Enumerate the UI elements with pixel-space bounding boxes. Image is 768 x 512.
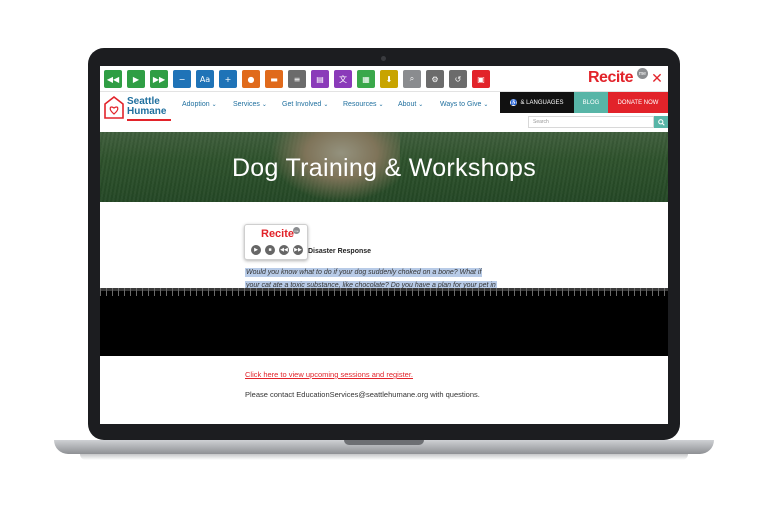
color-palette-icon: ● bbox=[247, 74, 255, 84]
reset-icon: ↺ bbox=[454, 74, 462, 84]
nav-resources[interactable]: Resources ⌄ bbox=[343, 101, 384, 108]
laptop-notch bbox=[344, 440, 424, 445]
site-header: Seattle Humane Adoption ⌄ Services ⌄ Get I… bbox=[100, 92, 668, 132]
font-icon: Aa bbox=[199, 74, 211, 84]
chevron-down-icon: ⌄ bbox=[418, 102, 424, 108]
reset-button[interactable]: ↺ bbox=[449, 70, 467, 88]
font-button[interactable]: Aa bbox=[196, 70, 214, 88]
increase-text-icon: + bbox=[224, 74, 232, 84]
translate-button[interactable]: 文 bbox=[334, 70, 352, 88]
nav-ways-to-give[interactable]: Ways to Give ⌄ bbox=[440, 101, 488, 108]
screen-mask-button[interactable]: ≡ bbox=[288, 70, 306, 88]
ruler-button[interactable]: ▬ bbox=[265, 70, 283, 88]
search-input[interactable]: Search bbox=[528, 116, 654, 128]
laptop-shadow bbox=[80, 454, 688, 460]
search-icon bbox=[657, 118, 665, 126]
nav-get-involved[interactable]: Get Involved ⌄ bbox=[282, 101, 328, 108]
contact-text: Please contact EducationServices@seattle… bbox=[245, 390, 480, 399]
fast-forward-button[interactable]: ▶▶ bbox=[150, 70, 168, 88]
chevron-down-icon: ⌄ bbox=[211, 102, 217, 108]
download-audio-button[interactable]: ⬇ bbox=[380, 70, 398, 88]
logo-text[interactable]: Seattle Humane bbox=[127, 97, 166, 117]
nav-about[interactable]: About ⌄ bbox=[398, 101, 423, 108]
chevron-down-icon: ⌄ bbox=[261, 102, 267, 108]
chevron-down-icon: ⌄ bbox=[483, 102, 489, 108]
accessibility-icon: ♿ bbox=[510, 99, 518, 106]
logo-underline bbox=[127, 119, 171, 121]
stop-icon[interactable]: ■ bbox=[265, 245, 275, 255]
house-heart-icon[interactable] bbox=[104, 96, 124, 120]
screen-mask-icon: ≡ bbox=[293, 74, 301, 84]
recite-toolbar: Recite me ✕ ◀◀ ▶ ▶▶ − Aa + ● ▬ ≡ ▤ 文 ▦ ⬇ ⌕ ⚙ ↺ ▣ bbox=[100, 66, 668, 92]
register-link[interactable]: Click here to view upcoming sessions and… bbox=[245, 370, 413, 379]
hero-banner: Dog Training & Workshops bbox=[100, 132, 668, 202]
magnifier-icon: ⌕ bbox=[409, 74, 415, 83]
player-me-badge: me bbox=[293, 227, 300, 234]
blog-button[interactable]: BLOG bbox=[574, 92, 608, 113]
dictionary-icon: ▤ bbox=[316, 74, 324, 84]
fast-forward-icon[interactable]: ▶▶ bbox=[293, 245, 303, 255]
ruler-icon: ▬ bbox=[270, 74, 278, 84]
text-only-button[interactable]: ▦ bbox=[357, 70, 375, 88]
reading-ruler[interactable] bbox=[100, 288, 668, 356]
help-button[interactable]: ▣ bbox=[472, 70, 490, 88]
ruler-ticks bbox=[100, 288, 668, 296]
translate-icon: 文 bbox=[339, 74, 347, 84]
chevron-down-icon: ⌄ bbox=[323, 102, 329, 108]
nav-services[interactable]: Services ⌄ bbox=[233, 101, 267, 108]
fast-forward-icon: ▶▶ bbox=[152, 74, 166, 84]
camera-icon bbox=[381, 56, 386, 61]
screen: Recite me ✕ ◀◀ ▶ ▶▶ − Aa + ● ▬ ≡ ▤ 文 ▦ ⬇ ⌕ ⚙ ↺ ▣ Seattle… bbox=[100, 66, 668, 424]
donate-button[interactable]: DONATE NOW bbox=[608, 92, 668, 113]
player-logo: Recite bbox=[261, 228, 295, 240]
decrease-text-icon: − bbox=[178, 74, 186, 84]
rewind-icon: ◀◀ bbox=[106, 74, 120, 84]
play-icon: ▶ bbox=[132, 74, 140, 84]
main-content: ps Disaster Response Would you know what… bbox=[100, 202, 668, 424]
settings-icon: ⚙ bbox=[431, 74, 439, 84]
logo-line2: Humane bbox=[127, 106, 167, 117]
decrease-text-button[interactable]: − bbox=[173, 70, 191, 88]
rewind-icon[interactable]: ◀◀ bbox=[279, 245, 289, 255]
rewind-button[interactable]: ◀◀ bbox=[104, 70, 122, 88]
languages-button[interactable]: ♿ & LANGUAGES bbox=[500, 92, 574, 113]
settings-button[interactable]: ⚙ bbox=[426, 70, 444, 88]
section-subheading: Disaster Response bbox=[308, 248, 372, 255]
recite-player[interactable]: Recite me ▶ ■ ◀◀ ▶▶ bbox=[244, 224, 308, 260]
download-audio-icon: ⬇ bbox=[385, 74, 393, 84]
dictionary-button[interactable]: ▤ bbox=[311, 70, 329, 88]
page-title: Dog Training & Workshops bbox=[231, 154, 537, 182]
text-only-icon: ▦ bbox=[362, 74, 370, 84]
recite-logo: Recite bbox=[588, 69, 634, 86]
recite-me-badge: me bbox=[637, 68, 648, 79]
nav-adoption[interactable]: Adoption ⌄ bbox=[182, 101, 217, 108]
play-icon[interactable]: ▶ bbox=[251, 245, 261, 255]
chevron-down-icon: ⌄ bbox=[378, 102, 384, 108]
magnifier-button[interactable]: ⌕ bbox=[403, 70, 421, 88]
play-button[interactable]: ▶ bbox=[127, 70, 145, 88]
increase-text-button[interactable]: + bbox=[219, 70, 237, 88]
close-icon[interactable]: ✕ bbox=[650, 71, 664, 85]
highlighted-text-line[interactable]: Would you know what to do if your dog su… bbox=[245, 268, 483, 277]
search-button[interactable] bbox=[654, 116, 668, 128]
help-icon: ▣ bbox=[477, 74, 485, 84]
color-palette-button[interactable]: ● bbox=[242, 70, 260, 88]
